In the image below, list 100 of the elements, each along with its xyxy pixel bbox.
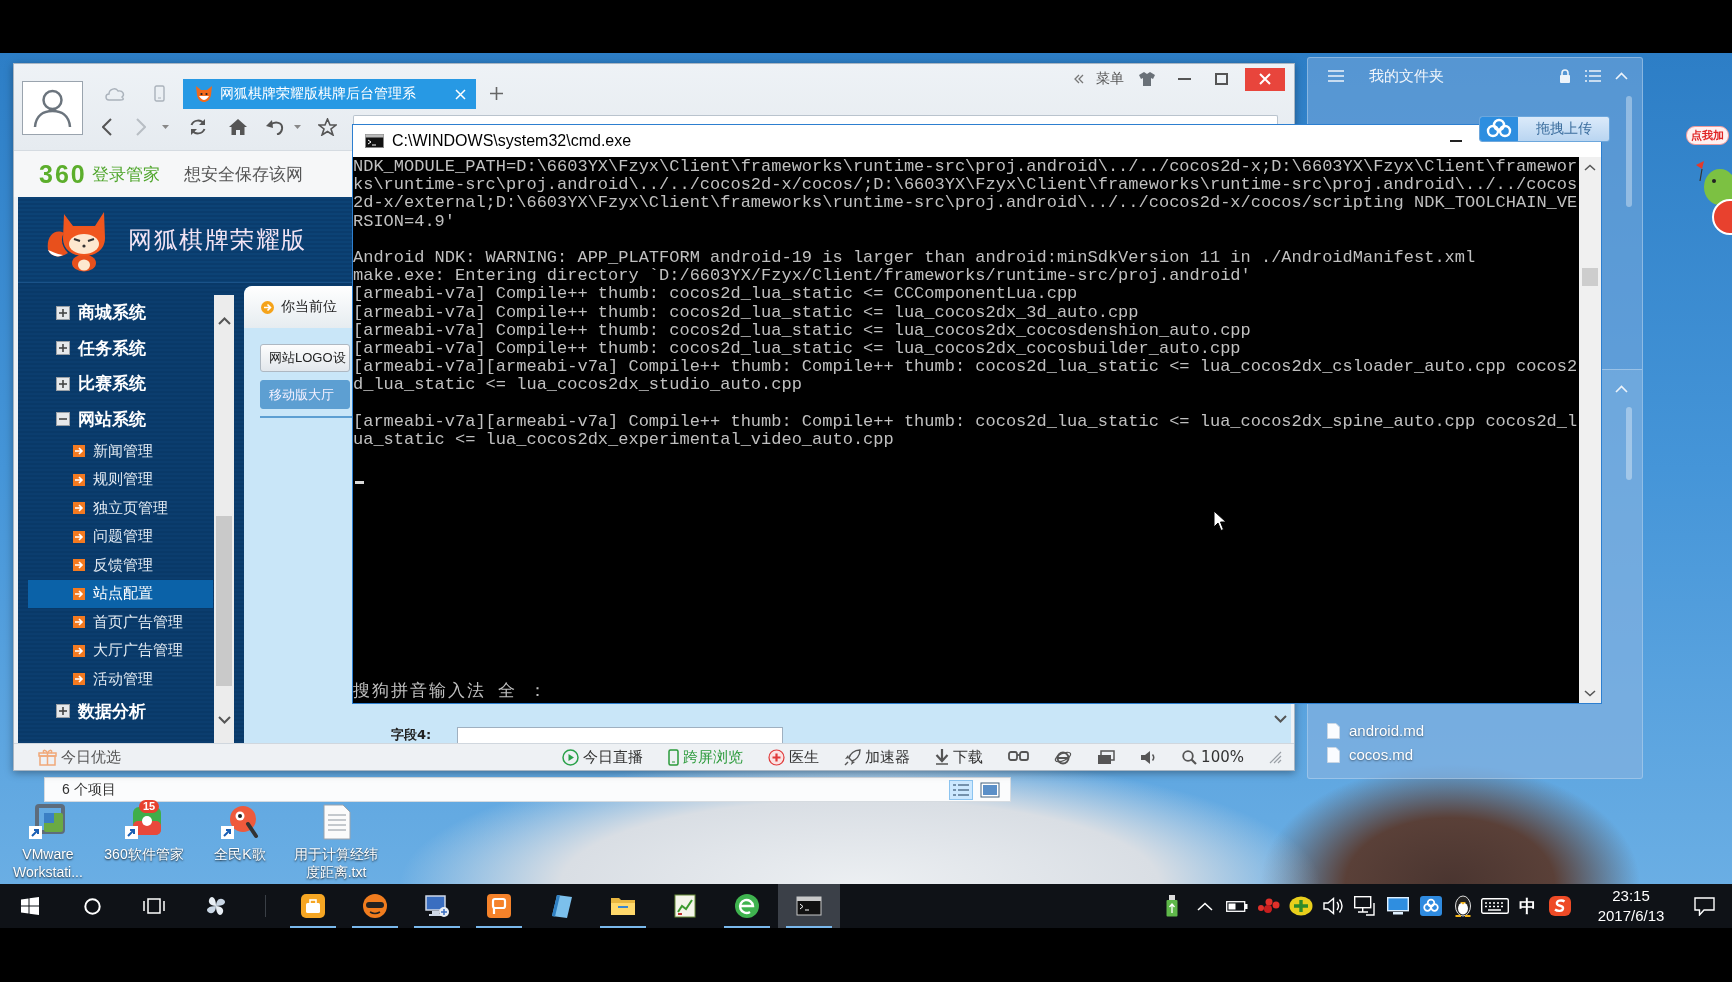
task-view-icon[interactable] [143,898,165,914]
plus-box-icon[interactable] [56,305,70,320]
minus-box-icon[interactable] [56,412,70,427]
terminal-icon [365,134,384,148]
chevron-down-icon[interactable] [1273,715,1287,723]
zoom-button[interactable]: 100% [1182,748,1244,766]
sidebar-subitem[interactable]: 反馈管理 [28,551,213,580]
pinwheel-icon[interactable] [204,894,228,918]
arrow-bullet-icon [73,616,85,629]
sidebar-subitem[interactable]: 新闻管理 [28,437,213,466]
status-button[interactable]: 医生 [768,747,820,767]
dot-cluster-icon[interactable] [1257,898,1282,914]
large-icons-view-icon[interactable] [978,779,1002,800]
undo-icon[interactable] [266,119,284,135]
chevron-up-icon[interactable] [1584,164,1596,171]
briefcase-icon[interactable] [300,893,326,919]
computer-icon[interactable] [424,893,450,919]
sidebar-subitem[interactable]: 活动管理 [28,665,213,694]
sidebar-subitem[interactable]: 规则管理 [28,465,213,494]
plus-box-icon[interactable] [56,376,70,391]
glasses-icon[interactable] [1008,751,1030,763]
vm-window-icon[interactable] [29,804,67,840]
sidebar-item[interactable]: 数据分析 [28,693,213,729]
close-icon[interactable] [455,88,466,100]
resize-grip-icon[interactable] [1269,750,1282,764]
speaker-icon[interactable] [1140,749,1158,765]
sidebar-subitem[interactable]: 问题管理 [28,522,213,551]
arrow-bullet-icon [73,644,85,657]
status-button[interactable]: 今日直播 [562,747,644,767]
chart-icon[interactable] [672,893,698,919]
status-button[interactable]: 下载 [935,747,984,767]
clock-time[interactable]: 23:15 [1612,886,1650,906]
double-chevron-icon[interactable] [1074,74,1084,84]
battery-icon[interactable] [1225,900,1248,912]
arrow-bullet-icon [73,673,85,686]
clock-date[interactable]: 2017/6/13 [1597,906,1665,926]
back-icon[interactable] [102,118,112,136]
swirl-badge-icon[interactable] [1548,896,1571,916]
refresh-icon[interactable] [189,118,207,136]
upload-button[interactable]: 拖拽上传 [1479,116,1610,142]
terminal-icon[interactable] [796,893,822,919]
scrollbar-thumb[interactable] [1626,407,1632,480]
plus-icon[interactable] [490,87,503,100]
sidebar-item[interactable]: 商城系统 [28,295,213,331]
console-line: [armeabi-v7a] Compile++ thumb: cocos2d_lua_static <= lua_cocos2dx_3d_auto.cpp [353,303,1140,322]
sidebar-subitem[interactable]: 大厅广告管理 [28,636,213,665]
search-icon[interactable] [83,897,101,915]
usb-drive-icon[interactable] [1166,895,1179,917]
speaker-icon[interactable] [1322,897,1345,915]
chevron-down-icon[interactable] [217,716,231,724]
arrow-bullet-icon [73,587,85,600]
chevron-down-icon[interactable] [1584,690,1596,697]
avatar-icon[interactable] [22,81,83,135]
field-label: 字段4: [391,727,433,743]
monitor-icon[interactable] [1387,897,1410,915]
content-tab[interactable]: 网站LOGO设 [260,344,350,372]
close-button[interactable] [1245,67,1285,91]
caret-icon[interactable] [294,125,301,129]
arrow-bullet-icon [73,473,85,486]
sidebar-item[interactable]: 任务系统 [28,330,213,366]
sidebar-subitem[interactable]: 首页广告管理 [28,608,213,637]
penguin-icon[interactable] [1453,895,1472,917]
taskbar-button[interactable] [778,884,840,928]
window-stack-icon[interactable] [1097,749,1116,765]
maximize-icon[interactable] [1215,73,1228,85]
scrollbar-thumb[interactable] [1626,96,1632,207]
sidebar-subitem[interactable]: 独立页管理 [28,494,213,523]
input-field[interactable] [457,727,783,743]
start-icon[interactable] [21,897,39,915]
promo-badge[interactable]: 点我加 [1686,126,1729,145]
caret-icon[interactable] [162,125,169,129]
home-icon[interactable] [229,119,247,135]
sidebar-subitem[interactable]: 站点配置 [28,579,213,608]
lock-icon[interactable] [1559,69,1571,83]
sidebar-item[interactable]: 网站系统 [28,401,213,437]
chevron-up-icon[interactable] [217,317,231,325]
details-view-icon[interactable] [949,779,973,800]
shirt-icon[interactable] [1139,72,1155,86]
ime-indicator[interactable]: 中 [1519,894,1537,918]
status-button[interactable]: 加速器 [844,747,911,767]
arrow-bullet-icon [73,502,85,515]
plus-box-icon[interactable] [56,341,70,356]
star-icon[interactable] [318,118,337,136]
logo-text: 登录管家 [91,162,160,186]
scrollbar-thumb[interactable] [1582,268,1598,286]
scrollbar-thumb[interactable] [216,516,232,686]
cloud-tile-icon[interactable] [1419,896,1442,916]
menu-button[interactable]: 菜单 [1096,70,1124,88]
plus-circle-icon[interactable] [1289,896,1314,916]
presentation-icon[interactable] [486,893,512,919]
keyboard-icon[interactable] [1481,898,1510,914]
sidebar-item[interactable]: 比赛系统 [28,366,213,402]
address-field[interactable] [353,115,1278,125]
app-store-icon[interactable] [125,804,163,840]
mascot-head-icon[interactable] [362,893,388,919]
microphone-bird-icon[interactable] [221,804,259,840]
notification-icon[interactable] [1693,896,1715,916]
plus-box-icon[interactable] [56,704,70,719]
promo-link[interactable]: 今日优选 [61,747,121,767]
swirl-circle-icon[interactable] [734,893,760,919]
